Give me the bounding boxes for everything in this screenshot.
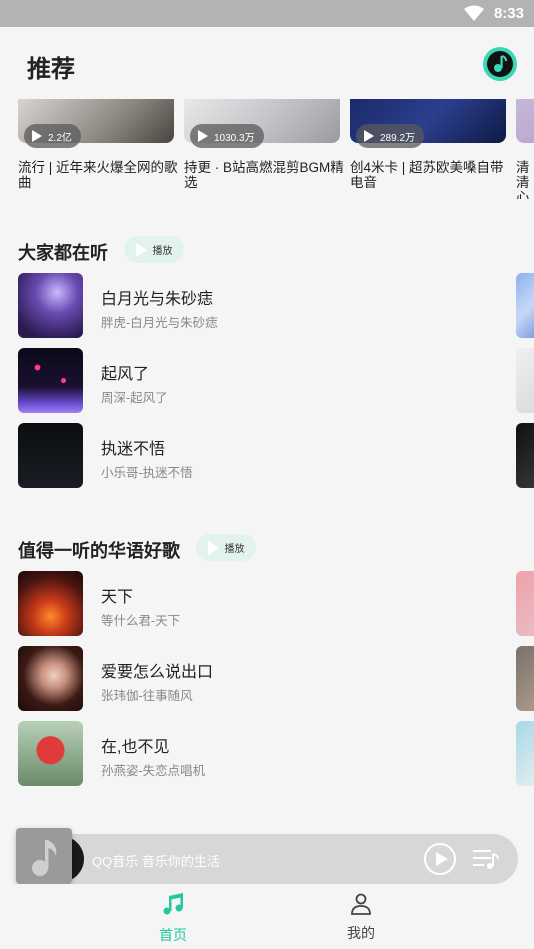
play-icon xyxy=(207,540,219,555)
now-playing-cover[interactable] xyxy=(16,828,72,884)
song-cover-peek xyxy=(516,571,534,636)
nav-home-label: 首页 xyxy=(159,927,187,943)
playlist-name: 流行 | 近年来火爆全网的歌曲 xyxy=(18,160,178,190)
bottom-nav: 首页 我的 xyxy=(0,884,534,949)
music-note-icon xyxy=(163,893,183,915)
nav-me-label: 我的 xyxy=(347,925,375,941)
song-cover xyxy=(18,646,83,711)
song-subtitle: 孙燕姿-失恋点唱机 xyxy=(101,764,206,778)
song-item[interactable]: 在,也不见 孙燕姿-失恋点唱机 xyxy=(18,721,508,787)
song-cover-peek xyxy=(516,273,534,338)
song-cover-peek xyxy=(516,646,534,711)
playlist-card[interactable]: 1030.3万 持更 · B站高燃混剪BGM精选 xyxy=(184,99,344,190)
play-icon xyxy=(198,130,208,142)
section-play-button[interactable]: 播放 xyxy=(196,534,256,561)
playlist-card[interactable]: 289.2万 创4米卡 | 超苏欧美嗓自带电音 xyxy=(350,99,506,190)
play-icon xyxy=(135,242,147,257)
song-title: 执迷不悟 xyxy=(101,441,166,458)
song-item[interactable]: 执迷不悟 小乐哥-执迷不悟 xyxy=(18,423,508,489)
music-app-icon[interactable] xyxy=(483,47,517,81)
song-subtitle: 胖虎-白月光与朱砂痣 xyxy=(101,316,218,330)
music-note-icon xyxy=(32,840,57,876)
song-item[interactable]: 白月光与朱砂痣 胖虎-白月光与朱砂痣 xyxy=(18,273,508,339)
playlist-card[interactable]: 清清心 xyxy=(516,99,534,199)
song-cover xyxy=(18,348,83,413)
play-count-badge: 2.2亿 xyxy=(24,124,81,148)
song-item[interactable]: 爱要怎么说出口 张玮伽-往事随风 xyxy=(18,646,508,712)
playlist-carousel[interactable]: 2.2亿 流行 | 近年来火爆全网的歌曲 1030.3万 持更 · B站高燃混剪… xyxy=(0,99,534,199)
section-title: 值得一听的华语好歌 xyxy=(18,541,180,561)
play-icon xyxy=(364,130,374,142)
status-bar: 8:33 xyxy=(0,0,534,27)
section-play-button[interactable]: 播放 xyxy=(124,236,184,263)
song-item[interactable]: 天下 等什么君-天下 xyxy=(18,571,508,637)
song-cover xyxy=(18,423,83,488)
playlist-name: 清清心 xyxy=(516,160,530,199)
section-title: 大家都在听 xyxy=(18,243,108,263)
mini-player-text: QQ音乐 音乐你的生活 xyxy=(92,854,220,869)
playlist-name: 创4米卡 | 超苏欧美嗓自带电音 xyxy=(350,160,504,190)
song-subtitle: 小乐哥-执迷不悟 xyxy=(101,466,193,480)
song-item[interactable]: 起风了 周深-起风了 xyxy=(18,348,508,414)
header: 推荐 xyxy=(0,27,534,99)
song-cover xyxy=(18,273,83,338)
song-cover-peek xyxy=(516,721,534,786)
playlist-name: 持更 · B站高燃混剪BGM精选 xyxy=(184,160,344,190)
wifi-icon xyxy=(464,5,484,21)
song-title: 白月光与朱砂痣 xyxy=(101,291,214,308)
song-subtitle: 等什么君-天下 xyxy=(101,614,181,628)
song-subtitle: 张玮伽-往事随风 xyxy=(101,689,193,703)
playlist-card[interactable]: 2.2亿 流行 | 近年来火爆全网的歌曲 xyxy=(18,99,178,190)
play-button[interactable] xyxy=(424,843,456,875)
page-title: 推荐 xyxy=(27,56,75,83)
song-title: 天下 xyxy=(101,589,134,606)
song-cover xyxy=(18,721,83,786)
play-count-badge: 1030.3万 xyxy=(190,124,264,148)
song-title: 在,也不见 xyxy=(101,739,170,756)
user-icon xyxy=(351,893,371,915)
play-count-badge: 289.2万 xyxy=(356,124,425,148)
song-subtitle: 周深-起风了 xyxy=(101,391,168,405)
song-cover-peek xyxy=(516,423,534,488)
playlist-queue-icon[interactable] xyxy=(473,848,499,870)
status-time: 8:33 xyxy=(493,5,524,22)
mini-player[interactable]: QQ音乐 音乐你的生活 xyxy=(16,828,518,884)
song-title: 起风了 xyxy=(101,366,150,383)
nav-home[interactable]: 首页 xyxy=(133,892,213,945)
song-title: 爱要怎么说出口 xyxy=(101,664,214,681)
play-icon xyxy=(32,130,42,142)
playlist-cover xyxy=(516,99,534,143)
song-cover xyxy=(18,571,83,636)
nav-me[interactable]: 我的 xyxy=(321,892,401,943)
song-cover-peek xyxy=(516,348,534,413)
